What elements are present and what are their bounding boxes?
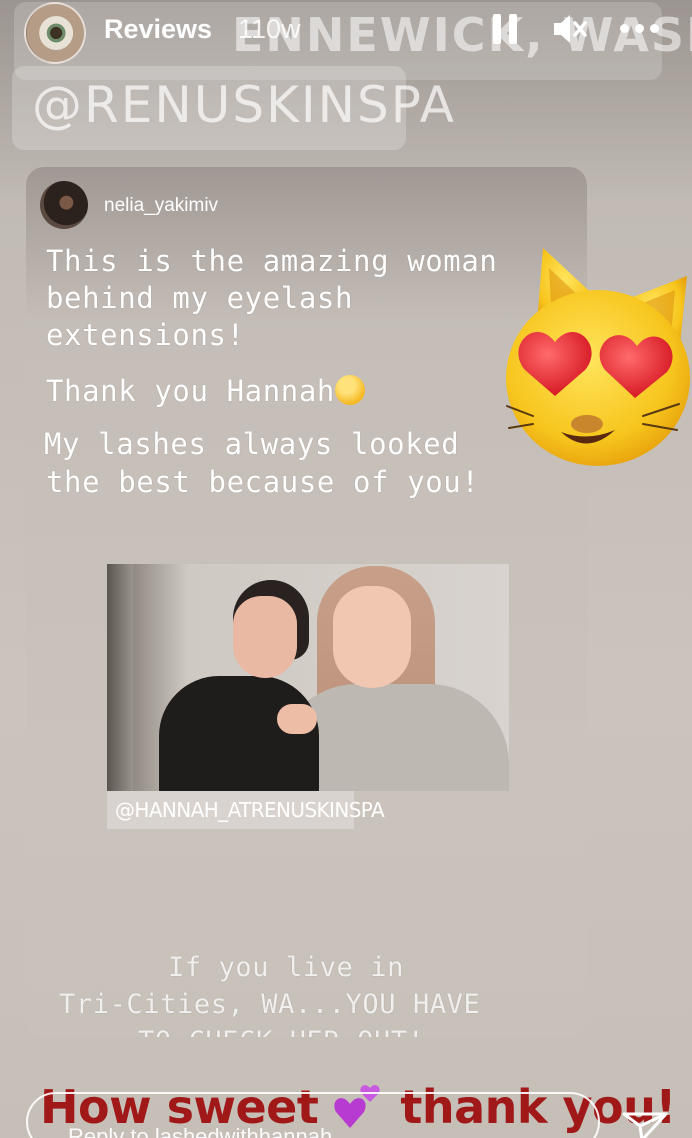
avatar[interactable]	[24, 2, 86, 64]
cta-text-line: If you live in	[168, 952, 404, 983]
heart-eyes-cat-icon	[506, 248, 690, 466]
review-text-line: My lashes always looked	[44, 427, 460, 461]
cta-text-line: Tri-Cities, WA...YOU HAVE	[59, 989, 481, 1020]
review-text-line: extensions!	[46, 318, 245, 352]
cta-text-line: TO CHECK HER OUT!	[138, 1023, 425, 1037]
story-title[interactable]: Reviews	[104, 14, 212, 45]
story-viewer: ENNEWICK, WASHINGTON @RENUSKINSPA Review…	[0, 0, 692, 1138]
selfie-photo	[107, 564, 509, 791]
story-header: Reviews 110w	[0, 0, 692, 64]
story-age: 110w	[238, 14, 301, 44]
reply-placeholder: Reply to lashedwithhannah	[68, 1124, 333, 1138]
repost-username[interactable]: nelia_yakimiv	[104, 195, 218, 217]
review-text-line: the best because of you!	[46, 465, 480, 499]
reply-input[interactable]: Reply to lashedwithhannah	[26, 1092, 600, 1138]
avatar[interactable]	[40, 181, 88, 229]
mute-icon[interactable]	[552, 12, 588, 46]
review-thanks-line: Thank you Hannah	[46, 373, 365, 410]
review-text-line: behind my eyelash	[46, 281, 354, 315]
hugging-face-icon	[334, 375, 365, 405]
review-text-line: This is the amazing woman	[46, 244, 498, 278]
pause-icon[interactable]	[493, 14, 517, 44]
background-account-text: @RENUSKINSPA	[32, 76, 456, 134]
review-text-line: Thank you Hannah	[46, 374, 335, 408]
mention-tag[interactable]: @HANNAH_ATRENUSKINSPA	[107, 791, 385, 829]
send-icon[interactable]	[622, 1112, 668, 1138]
more-icon[interactable]	[620, 24, 660, 34]
